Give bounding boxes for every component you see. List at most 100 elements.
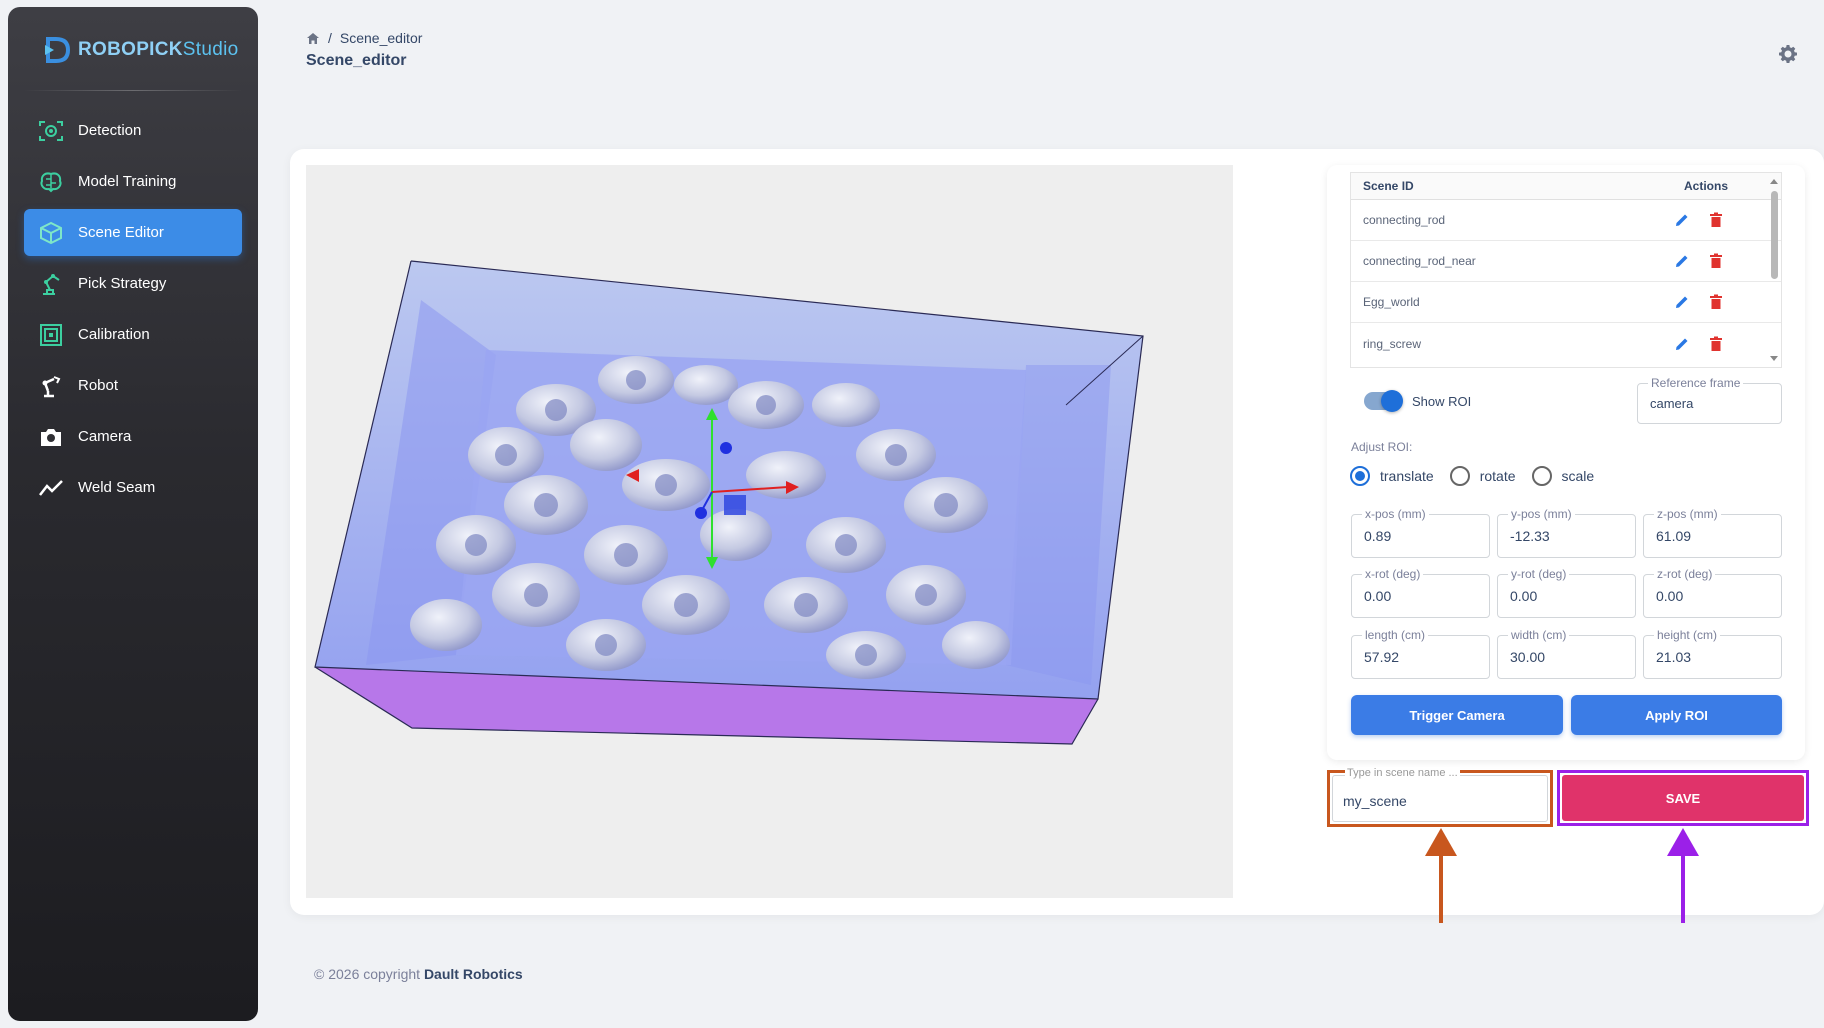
radio-label: translate: [1380, 468, 1434, 484]
scroll-thumb[interactable]: [1771, 191, 1778, 279]
y-rot-field[interactable]: y-rot (deg) 0.00: [1497, 567, 1636, 618]
apply-roi-button[interactable]: Apply ROI: [1571, 695, 1782, 735]
sidebar-item-label: Detection: [78, 122, 142, 139]
sidebar-item-calibration[interactable]: Calibration: [24, 311, 242, 358]
field-label: z-pos (mm): [1654, 507, 1721, 521]
sidebar-item-scene-editor[interactable]: Scene Editor: [24, 209, 242, 256]
field-label: width (cm): [1508, 628, 1570, 642]
radio-unchecked-icon: [1531, 466, 1552, 486]
sidebar-item-weld-seam[interactable]: Weld Seam: [24, 464, 242, 511]
z-pos-field[interactable]: z-pos (mm) 61.09: [1643, 507, 1782, 558]
delete-icon[interactable]: [1707, 211, 1725, 229]
reference-frame-value: camera: [1650, 396, 1694, 411]
radio-scale[interactable]: scale: [1531, 466, 1594, 486]
adjust-roi-label: Adjust ROI:: [1351, 440, 1413, 454]
scene-id-cell: connecting_rod: [1363, 213, 1446, 227]
footer-company[interactable]: Dault Robotics: [424, 966, 523, 982]
table-header: Scene ID Actions: [1351, 173, 1781, 200]
robot-icon: [38, 373, 64, 399]
radio-rotate[interactable]: rotate: [1449, 466, 1516, 486]
sidebar-item-label: Scene Editor: [78, 224, 164, 241]
sidebar-item-robot[interactable]: Robot: [24, 362, 242, 409]
sidebar-item-pick-strategy[interactable]: Pick Strategy: [24, 260, 242, 307]
field-label: x-rot (deg): [1362, 567, 1424, 581]
sidebar-item-label: Camera: [78, 428, 132, 445]
edit-icon[interactable]: [1673, 335, 1691, 353]
show-roi-label: Show ROI: [1412, 393, 1472, 409]
table-row[interactable]: Egg_world: [1351, 282, 1781, 323]
gear-icon[interactable]: [1778, 44, 1798, 64]
radio-translate[interactable]: translate: [1350, 466, 1434, 486]
z-rot-field[interactable]: z-rot (deg) 0.00: [1643, 567, 1782, 618]
x-pos-field[interactable]: x-pos (mm) 0.89: [1351, 507, 1490, 558]
scene-name-value: my_scene: [1343, 793, 1407, 809]
table-row[interactable]: ring_screw: [1351, 323, 1781, 364]
scene-name-highlight: Type in scene name ... my_scene: [1327, 767, 1553, 827]
robopick-logo-icon: [45, 37, 71, 63]
adjust-mode-radio-group: translate rotate scale: [1350, 466, 1610, 486]
field-value: 61.09: [1656, 528, 1692, 544]
col-scene-id: Scene ID: [1363, 179, 1414, 193]
field-label: y-rot (deg): [1508, 567, 1570, 581]
reference-frame-select[interactable]: Reference frame camera: [1637, 376, 1782, 424]
sidebar-item-camera[interactable]: Camera: [24, 413, 242, 460]
target-icon: [38, 322, 64, 348]
sidebar-item-label: Calibration: [78, 326, 150, 343]
length-field[interactable]: length (cm) 57.92: [1351, 628, 1490, 679]
toggle-knob: [1381, 390, 1403, 412]
field-value: 0.00: [1656, 588, 1684, 604]
scene-3d-viewport[interactable]: [306, 165, 1233, 898]
robot-arm-icon: [38, 271, 64, 297]
sidebar: ROBOPICKStudio Detection Model Training …: [8, 7, 258, 1021]
table-scrollbar[interactable]: [1767, 173, 1781, 367]
brand-name: ROBOPICKStudio: [78, 39, 239, 60]
sidebar-item-label: Model Training: [78, 173, 177, 190]
sidebar-item-model-training[interactable]: Model Training: [24, 158, 242, 205]
x-rot-field[interactable]: x-rot (deg) 0.00: [1351, 567, 1490, 618]
save-highlight: SAVE: [1557, 770, 1809, 826]
sidebar-item-label: Robot: [78, 377, 119, 394]
scroll-down-arrow-icon[interactable]: [1770, 356, 1778, 361]
field-label: x-pos (mm): [1362, 507, 1429, 521]
field-label: z-rot (deg): [1654, 567, 1716, 581]
detection-icon: [38, 118, 64, 144]
delete-icon[interactable]: [1707, 293, 1725, 311]
breadcrumb-separator: /: [328, 30, 332, 46]
annotation-arrow-orange: [1425, 828, 1457, 923]
width-field[interactable]: width (cm) 30.00: [1497, 628, 1636, 679]
field-value: 30.00: [1510, 649, 1546, 665]
scene-id-cell: ring_screw: [1363, 336, 1422, 351]
edit-icon[interactable]: [1673, 293, 1691, 311]
edit-icon[interactable]: [1673, 211, 1691, 229]
height-field[interactable]: height (cm) 21.03: [1643, 628, 1782, 679]
delete-icon[interactable]: [1707, 335, 1725, 353]
footer-copyright: © 2026 copyright Dault Robotics: [314, 966, 523, 982]
field-value: -12.33: [1510, 528, 1550, 544]
home-icon[interactable]: [306, 32, 320, 45]
col-actions: Actions: [1683, 179, 1728, 193]
trigger-camera-button[interactable]: Trigger Camera: [1351, 695, 1563, 735]
sidebar-item-detection[interactable]: Detection: [24, 107, 242, 154]
show-roi-toggle[interactable]: [1364, 390, 1403, 412]
brain-icon: [38, 169, 64, 195]
reference-frame-label: Reference frame: [1648, 376, 1744, 390]
delete-icon[interactable]: [1707, 252, 1725, 270]
sidebar-nav: Detection Model Training Scene Editor Pi…: [24, 107, 242, 515]
scene-name-placeholder: Type in scene name ...: [1345, 767, 1460, 779]
sidebar-item-label: Pick Strategy: [78, 275, 167, 292]
scene-name-input[interactable]: Type in scene name ... my_scene: [1332, 767, 1548, 822]
save-button[interactable]: SAVE: [1562, 775, 1804, 821]
camera-icon: [38, 424, 64, 450]
scroll-up-arrow-icon[interactable]: [1770, 179, 1778, 184]
y-pos-field[interactable]: y-pos (mm) -12.33: [1497, 507, 1636, 558]
field-label: y-pos (mm): [1508, 507, 1575, 521]
radio-checked-icon: [1350, 466, 1370, 486]
table-row[interactable]: connecting_rod_near: [1351, 241, 1781, 282]
field-value: 21.03: [1656, 649, 1692, 665]
table-row[interactable]: connecting_rod: [1351, 200, 1781, 241]
show-roi-row: Show ROI: [1364, 390, 1472, 412]
trend-line-icon: [38, 475, 64, 501]
edit-icon[interactable]: [1673, 252, 1691, 270]
field-label: length (cm): [1362, 628, 1429, 642]
brand-logo[interactable]: ROBOPICKStudio: [42, 35, 238, 65]
